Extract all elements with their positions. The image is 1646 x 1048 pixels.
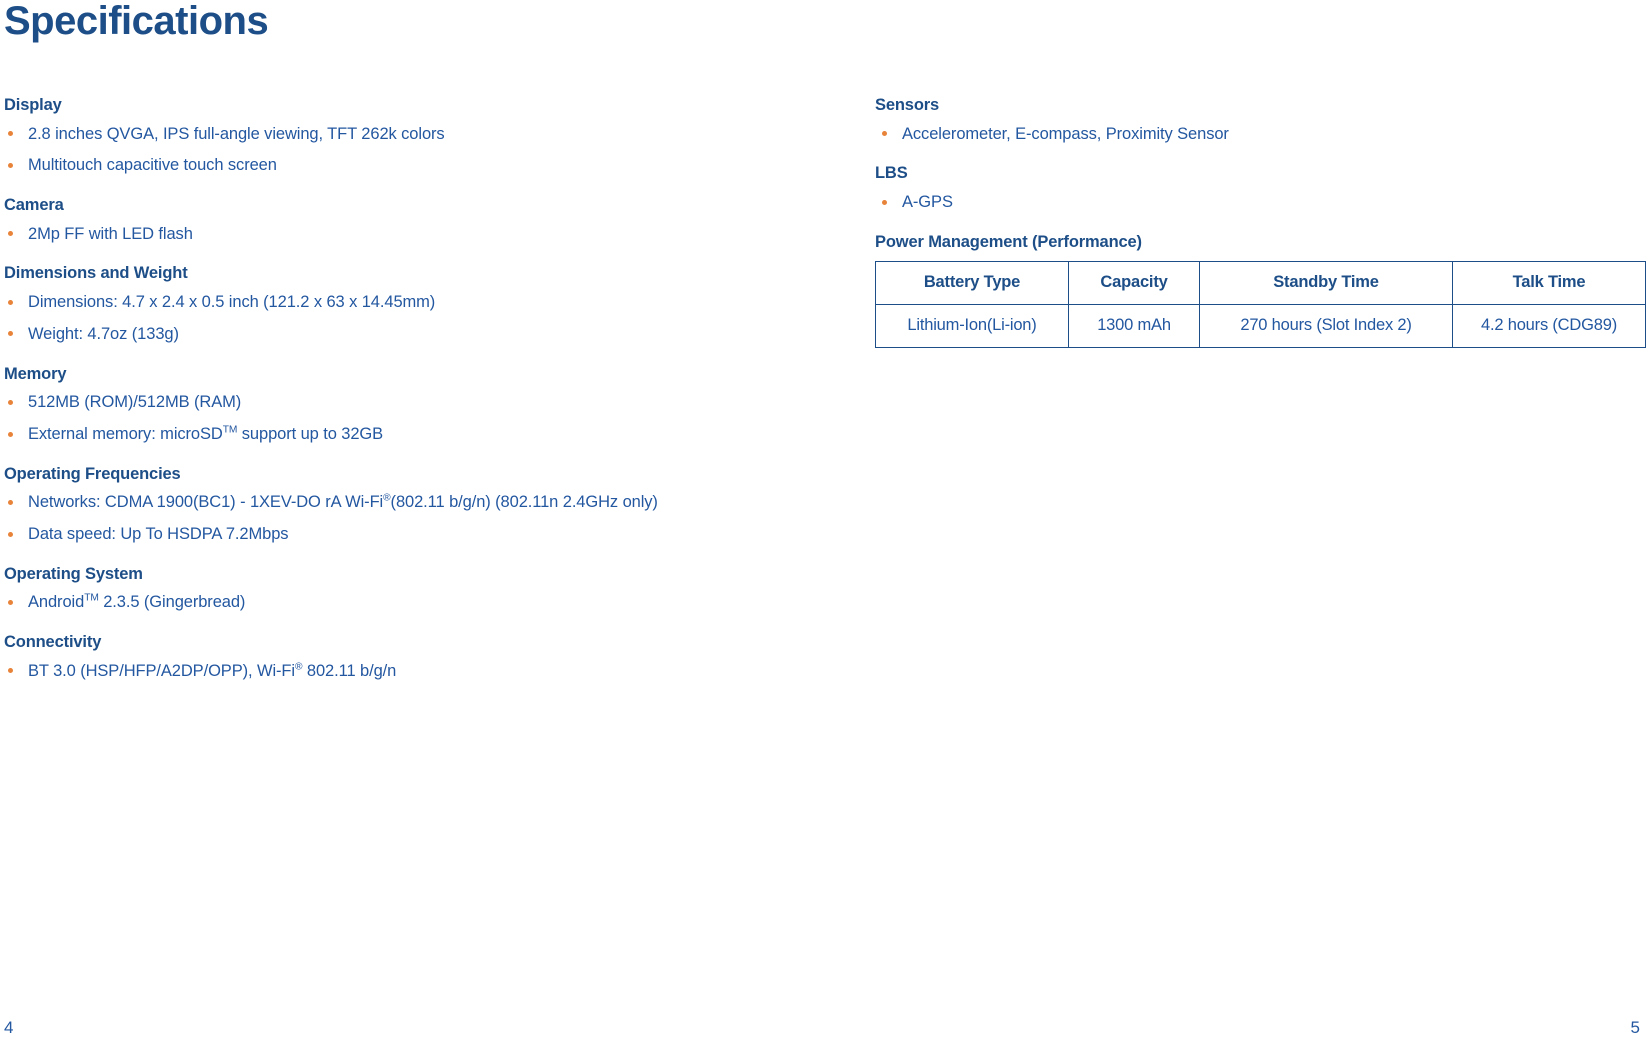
- list-item-label: 2Mp FF with LED flash: [28, 224, 193, 243]
- trademark-symbol: TM: [222, 424, 238, 436]
- bullet-icon: [8, 331, 13, 337]
- bullet-icon: [8, 431, 13, 437]
- bullet-icon: [8, 399, 13, 405]
- table-cell-battery-type: Lithium-Ion(Li-ion): [875, 303, 1069, 348]
- bullet-list-memory: 512MB (ROM)/512MB (RAM) External memory:…: [4, 392, 824, 444]
- list-item: Networks: CDMA 1900(BC1) - 1XEV-DO rA Wi…: [4, 492, 824, 513]
- table-cell-standby-time: 270 hours (Slot Index 2): [1199, 303, 1453, 348]
- section-heading-power-management: Power Management (Performance): [875, 232, 1142, 251]
- section-heading-display: Display: [4, 96, 62, 114]
- bullet-icon: [8, 668, 13, 674]
- table-header-battery-type: Battery Type: [875, 260, 1069, 305]
- trademark-symbol: TM: [84, 592, 99, 604]
- section-operating-system: Operating System AndroidTM 2.3.5 (Ginger…: [4, 565, 824, 613]
- list-item: A-GPS: [875, 192, 1645, 213]
- section-connectivity: Connectivity BT 3.0 (HSP/HFP/A2DP/OPP), …: [4, 633, 824, 681]
- bullet-icon: [8, 299, 13, 305]
- bullet-icon: [8, 131, 13, 137]
- section-heading-camera: Camera: [4, 196, 64, 215]
- section-heading-connectivity: Connectivity: [4, 633, 102, 652]
- section-dimensions-and-weight: Dimensions and Weight Dimensions: 4.7 x …: [4, 264, 824, 344]
- bullet-icon: [8, 499, 13, 505]
- section-heading-operating-frequencies: Operating Frequencies: [4, 464, 181, 483]
- section-display: Display 2.8 inches QVGA, IPS full-angle …: [4, 96, 824, 176]
- list-item: Weight: 4.7oz (133g): [4, 324, 824, 345]
- list-item: 2.8 inches QVGA, IPS full-angle viewing,…: [4, 124, 824, 145]
- bullet-list-lbs: A-GPS: [875, 192, 1645, 213]
- bullet-list-dimensions-and-weight: Dimensions: 4.7 x 2.4 x 0.5 inch (121.2 …: [4, 292, 824, 344]
- right-column: Sensors Accelerometer, E-compass, Proxim…: [875, 96, 1646, 348]
- bullet-icon: [8, 231, 13, 237]
- page-title: Specifications: [4, 0, 269, 43]
- list-item-label: Accelerometer, E-compass, Proximity Sens…: [902, 124, 1229, 143]
- list-item-label: Networks: CDMA 1900(BC1) - 1XEV-DO rA Wi…: [28, 492, 658, 512]
- list-item: Accelerometer, E-compass, Proximity Sens…: [875, 124, 1645, 145]
- list-item: Multitouch capacitive touch screen: [4, 155, 824, 176]
- bullet-icon: [8, 163, 13, 168]
- bullet-list-camera: 2Mp FF with LED flash: [4, 224, 824, 245]
- page-number-right: 5: [1630, 1018, 1640, 1037]
- list-item: BT 3.0 (HSP/HFP/A2DP/OPP), Wi-Fi® 802.11…: [4, 661, 824, 682]
- section-operating-frequencies: Operating Frequencies Networks: CDMA 190…: [4, 465, 824, 545]
- list-item-label: 2.8 inches QVGA, IPS full-angle viewing,…: [28, 124, 445, 143]
- list-item: 512MB (ROM)/512MB (RAM): [4, 392, 824, 413]
- specifications-page: Specifications Display 2.8 inches QVGA, …: [0, 0, 1646, 1048]
- table-row: Lithium-Ion(Li-ion) 1300 mAh 270 hours (…: [875, 303, 1646, 348]
- power-management-table: Battery Type Capacity Standby Time Talk …: [875, 260, 1646, 348]
- section-heading-sensors: Sensors: [875, 96, 940, 114]
- section-heading-operating-system: Operating System: [4, 564, 143, 583]
- section-heading-dimensions-and-weight: Dimensions and Weight: [4, 264, 188, 283]
- list-item-label: Weight: 4.7oz (133g): [28, 324, 179, 343]
- bullet-list-sensors: Accelerometer, E-compass, Proximity Sens…: [875, 124, 1645, 145]
- registered-symbol: ®: [383, 492, 391, 504]
- table-cell-talk-time: 4.2 hours (CDG89): [1452, 303, 1646, 348]
- section-power-management: Power Management (Performance) Battery T…: [875, 232, 1646, 348]
- list-item: 2Mp FF with LED flash: [4, 224, 824, 245]
- table-header-talk-time: Talk Time: [1452, 260, 1646, 305]
- bullet-icon: [882, 131, 887, 137]
- bullet-list-operating-system: AndroidTM 2.3.5 (Gingerbread): [4, 592, 824, 613]
- list-item-label: A-GPS: [902, 193, 953, 212]
- page-number-left: 4: [4, 1018, 14, 1037]
- list-item: External memory: microSDTM support up to…: [4, 424, 824, 445]
- section-sensors: Sensors Accelerometer, E-compass, Proxim…: [875, 96, 1645, 144]
- table-cell-capacity: 1300 mAh: [1068, 303, 1200, 348]
- bullet-list-connectivity: BT 3.0 (HSP/HFP/A2DP/OPP), Wi-Fi® 802.11…: [4, 661, 824, 682]
- section-camera: Camera 2Mp FF with LED flash: [4, 196, 824, 244]
- bullet-icon: [882, 199, 887, 205]
- list-item-label: Data speed: Up To HSDPA 7.2Mbps: [28, 524, 289, 543]
- list-item-label: 512MB (ROM)/512MB (RAM): [28, 393, 242, 412]
- section-heading-memory: Memory: [4, 364, 67, 383]
- bullet-list-operating-frequencies: Networks: CDMA 1900(BC1) - 1XEV-DO rA Wi…: [4, 492, 824, 544]
- left-column: Display 2.8 inches QVGA, IPS full-angle …: [4, 96, 824, 681]
- table-header-capacity: Capacity: [1068, 260, 1200, 305]
- list-item: AndroidTM 2.3.5 (Gingerbread): [4, 592, 824, 613]
- section-heading-lbs: LBS: [875, 164, 908, 183]
- bullet-icon: [8, 531, 13, 537]
- section-lbs: LBS A-GPS: [875, 164, 1645, 212]
- bullet-icon: [8, 599, 13, 605]
- list-item-label: Multitouch capacitive touch screen: [28, 156, 277, 175]
- list-item-label: Dimensions: 4.7 x 2.4 x 0.5 inch (121.2 …: [28, 293, 436, 312]
- list-item-label: External memory: microSDTM support up to…: [28, 424, 384, 443]
- section-memory: Memory 512MB (ROM)/512MB (RAM) External …: [4, 365, 824, 445]
- list-item-label: AndroidTM 2.3.5 (Gingerbread): [28, 592, 246, 612]
- bullet-list-display: 2.8 inches QVGA, IPS full-angle viewing,…: [4, 124, 824, 176]
- table-header-row: Battery Type Capacity Standby Time Talk …: [875, 260, 1646, 305]
- list-item-label: BT 3.0 (HSP/HFP/A2DP/OPP), Wi-Fi® 802.11…: [28, 661, 397, 680]
- list-item: Dimensions: 4.7 x 2.4 x 0.5 inch (121.2 …: [4, 292, 824, 313]
- table-header-standby-time: Standby Time: [1199, 260, 1453, 305]
- list-item: Data speed: Up To HSDPA 7.2Mbps: [4, 524, 824, 545]
